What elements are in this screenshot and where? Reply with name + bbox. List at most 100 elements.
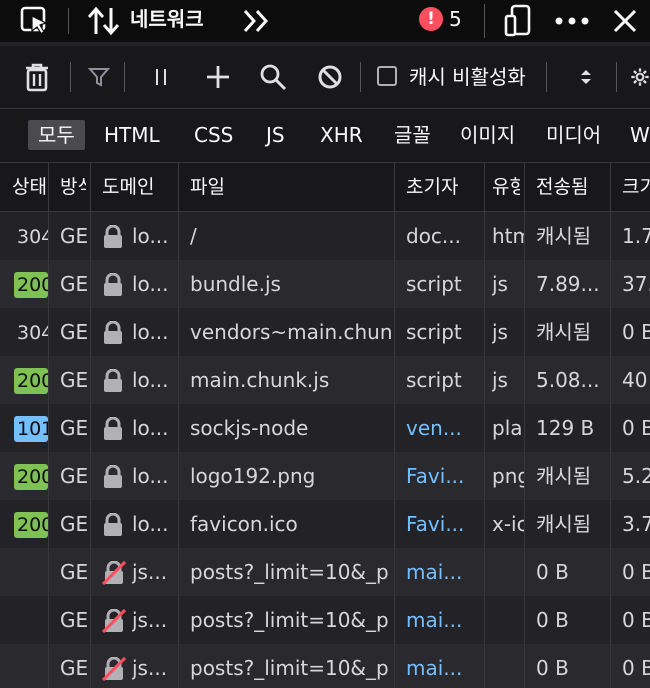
column-domain[interactable]: 도메인: [102, 163, 174, 211]
table-row[interactable]: 101 GET lo... sockjs-node ven... plain 129 B 0 …: [0, 404, 650, 452]
filter-tab-all[interactable]: 모두: [28, 120, 85, 150]
column-divider: [394, 500, 395, 548]
column-type[interactable]: 유형: [492, 163, 520, 211]
throttling-select-icon[interactable]: [576, 46, 596, 108]
request-type-filters: 모두 HTML CSS JS XHR 글꼴 이미지 미디어 W: [0, 108, 650, 162]
column-divider: [524, 452, 525, 500]
domain-cell: lo...: [132, 512, 169, 536]
column-divider: [524, 500, 525, 548]
lock-icon: [102, 512, 124, 542]
table-row[interactable]: GET js... posts?_limit=10&_p mai... 0 B 0 B: [0, 548, 650, 596]
column-divider: [484, 212, 485, 260]
column-status[interactable]: 상태: [12, 163, 46, 211]
column-divider: [524, 308, 525, 356]
more-tools-chevron-icon[interactable]: [240, 0, 274, 42]
column-divider: [394, 644, 395, 688]
table-row[interactable]: 200 GET lo... bundle.js script js 7.89... 37.: [0, 260, 650, 308]
more-options-icon[interactable]: [552, 0, 592, 42]
method-cell: GET: [60, 368, 88, 392]
lock-icon: [102, 464, 124, 494]
column-divider: [178, 404, 179, 452]
type-cell: plain: [492, 416, 524, 440]
size-cell: 5.2: [622, 464, 650, 488]
size-cell: 37.: [622, 272, 650, 296]
transferred-cell: 캐시됨: [536, 512, 592, 536]
method-cell: GET: [60, 656, 88, 680]
column-divider: [90, 548, 91, 596]
column-divider: [48, 548, 49, 596]
column-divider: [610, 500, 611, 548]
status-badge: 304: [17, 226, 48, 248]
responsive-design-icon[interactable]: [502, 0, 536, 42]
column-initiator[interactable]: 초기자: [406, 163, 482, 211]
add-request-icon[interactable]: [204, 46, 232, 108]
filter-icon[interactable]: [86, 46, 112, 108]
transferred-cell: 7.89...: [536, 272, 600, 296]
initiator-cell: script: [406, 368, 462, 392]
filter-tab-media[interactable]: 미디어: [546, 120, 601, 150]
request-table-header: 상태 방식 도메인 파일 초기자 유형 전송됨 크기: [0, 162, 650, 212]
filter-tab-js[interactable]: JS: [266, 120, 285, 150]
column-divider: [484, 596, 485, 644]
trash-icon[interactable]: [22, 46, 52, 108]
initiator-cell: mai...: [406, 656, 463, 680]
column-divider: [394, 308, 395, 356]
filter-tab-xhr[interactable]: XHR: [320, 120, 363, 150]
lock-icon: [102, 320, 124, 350]
table-row[interactable]: GET js... posts?_limit=10&_p mai... 0 B 0 B: [0, 644, 650, 688]
search-icon[interactable]: [258, 46, 288, 108]
type-cell: js: [492, 320, 508, 344]
filter-tab-css[interactable]: CSS: [194, 120, 233, 150]
initiator-cell: Favi...: [406, 512, 465, 536]
column-size[interactable]: 크기: [622, 163, 650, 211]
file-cell: posts?_limit=10&_p: [190, 608, 389, 632]
file-cell: favicon.ico: [190, 512, 298, 536]
size-cell: 0 B: [622, 608, 650, 632]
settings-gear-icon[interactable]: [630, 46, 650, 108]
column-divider: [524, 548, 525, 596]
disable-cache-checkbox[interactable]: [377, 66, 397, 86]
column-divider: [48, 212, 49, 260]
table-row[interactable]: 304 GET lo... / doc... html 캐시됨 1.7: [0, 212, 650, 260]
table-row[interactable]: GET js... posts?_limit=10&_p mai... 0 B 0 B: [0, 596, 650, 644]
disable-cache-label[interactable]: 캐시 비활성화: [409, 46, 526, 108]
request-table-body: 304 GET lo... / doc... html 캐시됨 1.7 200 GET lo... b…: [0, 212, 650, 688]
filter-tab-fonts[interactable]: 글꼴: [394, 120, 431, 150]
column-divider: [484, 308, 485, 356]
block-url-icon[interactable]: [316, 46, 344, 108]
column-divider: [610, 308, 611, 356]
column-divider: [394, 452, 395, 500]
column-divider: [484, 404, 485, 452]
column-divider: [90, 356, 91, 404]
column-divider: [484, 500, 485, 548]
size-cell: 0 B: [622, 656, 650, 680]
element-picker-icon[interactable]: [18, 0, 52, 42]
column-divider: [178, 356, 179, 404]
filter-tab-ws[interactable]: W: [630, 120, 650, 150]
status-badge: 200: [14, 512, 48, 538]
column-divider: [178, 500, 179, 548]
transferred-cell: 0 B: [536, 656, 569, 680]
pause-icon[interactable]: [150, 46, 172, 108]
column-divider: [610, 452, 611, 500]
method-cell: GET: [60, 560, 88, 584]
table-row[interactable]: 304 GET lo... vendors~main.chunk script js 캐시됨…: [0, 308, 650, 356]
error-count[interactable]: 5: [449, 0, 462, 38]
filter-tab-images[interactable]: 이미지: [460, 120, 515, 150]
method-cell: GET: [60, 512, 88, 536]
type-cell: js: [492, 368, 508, 392]
close-icon[interactable]: [608, 0, 642, 42]
filter-tab-html[interactable]: HTML: [104, 120, 160, 150]
error-badge-icon[interactable]: !: [419, 7, 443, 31]
table-row[interactable]: 200 GET lo... main.chunk.js script js 5.08... 4…: [0, 356, 650, 404]
table-row[interactable]: 200 GET lo... favicon.ico Favi... x-icon 캐시됨 3.…: [0, 500, 650, 548]
column-transferred[interactable]: 전송됨: [536, 163, 608, 211]
column-divider: [524, 212, 525, 260]
table-row[interactable]: 200 GET lo... logo192.png Favi... png 캐시됨 5.2: [0, 452, 650, 500]
column-divider: [484, 548, 485, 596]
column-method[interactable]: 방식: [60, 163, 86, 211]
domain-cell: lo...: [132, 224, 169, 248]
size-cell: 0 B: [622, 560, 650, 584]
column-divider: [90, 644, 91, 688]
column-file[interactable]: 파일: [190, 163, 390, 211]
